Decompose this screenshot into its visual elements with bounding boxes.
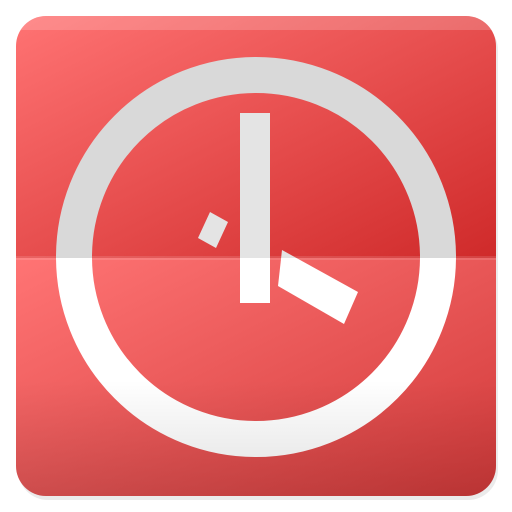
clock-app-icon[interactable] (0, 0, 512, 512)
app-icon-stage (0, 0, 512, 512)
tile-top-highlight (16, 16, 496, 30)
tile-bottom-shade (16, 380, 496, 496)
